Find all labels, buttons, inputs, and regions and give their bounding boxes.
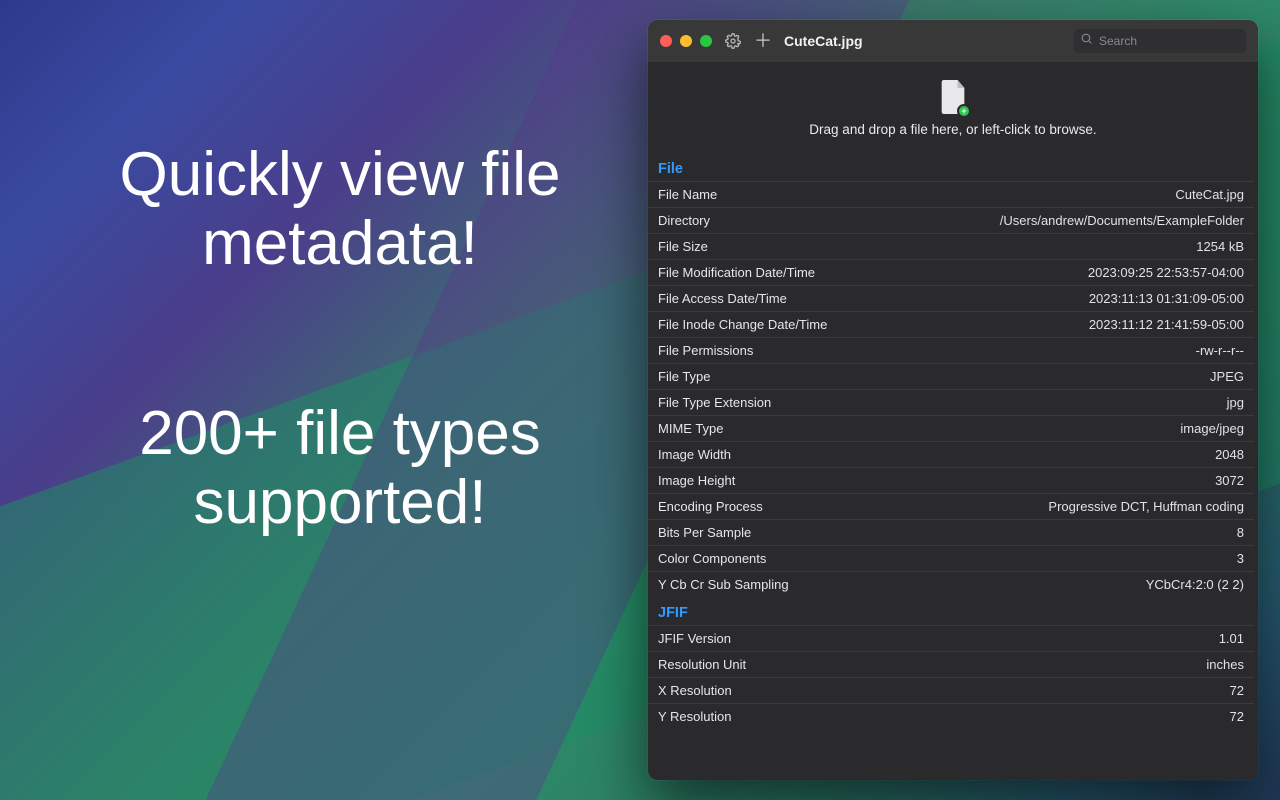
metadata-row: File Inode Change Date/Time 2023:11:12 21… [648, 311, 1254, 337]
metadata-row: File Name CuteCat.jpg [648, 181, 1254, 207]
metadata-value: image/jpeg [1180, 421, 1244, 436]
metadata-label: Encoding Process [658, 499, 763, 514]
add-file-button[interactable]: ＋ [754, 32, 772, 50]
close-button[interactable] [660, 35, 672, 47]
section-header: JFIF [648, 597, 1254, 625]
metadata-label: Directory [658, 213, 710, 228]
metadata-label: Image Height [658, 473, 735, 488]
metadata-label: Bits Per Sample [658, 525, 751, 540]
metadata-row: File Type JPEG [648, 363, 1254, 389]
metadata-value: 2023:11:12 21:41:59-05:00 [1089, 317, 1244, 332]
metadata-label: MIME Type [658, 421, 724, 436]
maximize-button[interactable] [700, 35, 712, 47]
metadata-row: Image Height 3072 [648, 467, 1254, 493]
metadata-row: JFIF Version 1.01 [648, 625, 1254, 651]
metadata-value: 2023:09:25 22:53:57-04:00 [1088, 265, 1244, 280]
app-window: ＋ CuteCat.jpg + Drag and drop a file her… [648, 20, 1258, 780]
metadata-row: File Access Date/Time 2023:11:13 01:31:09… [648, 285, 1254, 311]
metadata-label: File Modification Date/Time [658, 265, 815, 280]
metadata-label: File Size [658, 239, 708, 254]
metadata-value: 3 [1237, 551, 1244, 566]
metadata-label: Color Components [658, 551, 766, 566]
metadata-row: File Permissions -rw-r--r-- [648, 337, 1254, 363]
metadata-row: X Resolution 72 [648, 677, 1254, 703]
metadata-row: File Size 1254 kB [648, 233, 1254, 259]
metadata-value: -rw-r--r-- [1196, 343, 1244, 358]
metadata-value: CuteCat.jpg [1175, 187, 1244, 202]
search-field[interactable] [1074, 29, 1246, 53]
metadata-row: Image Width 2048 [648, 441, 1254, 467]
metadata-row: Encoding Process Progressive DCT, Huffman… [648, 493, 1254, 519]
metadata-label: File Permissions [658, 343, 753, 358]
metadata-value: inches [1206, 657, 1244, 672]
metadata-label: Y Resolution [658, 709, 731, 724]
metadata-row: Bits Per Sample 8 [648, 519, 1254, 545]
metadata-label: Y Cb Cr Sub Sampling [658, 577, 789, 592]
search-input[interactable] [1099, 34, 1238, 48]
metadata-value: 2023:11:13 01:31:09-05:00 [1089, 291, 1244, 306]
metadata-row: MIME Type image/jpeg [648, 415, 1254, 441]
search-icon [1080, 32, 1093, 50]
minimize-button[interactable] [680, 35, 692, 47]
metadata-row: Y Resolution 72 [648, 703, 1254, 729]
metadata-row: Color Components 3 [648, 545, 1254, 571]
metadata-label: File Access Date/Time [658, 291, 787, 306]
file-add-icon: + [939, 80, 967, 114]
metadata-value: Progressive DCT, Huffman coding [1048, 499, 1244, 514]
metadata-label: X Resolution [658, 683, 732, 698]
metadata-value: 1.01 [1219, 631, 1244, 646]
window-title: CuteCat.jpg [784, 33, 863, 49]
metadata-value: /Users/andrew/Documents/ExampleFolder [1000, 213, 1244, 228]
promo-headline-2: 200+ file types supported! [40, 399, 640, 538]
metadata-label: Image Width [658, 447, 731, 462]
metadata-value: 2048 [1215, 447, 1244, 462]
promo-headline-1: Quickly view file metadata! [40, 140, 640, 279]
metadata-label: File Type Extension [658, 395, 771, 410]
metadata-row: File Type Extension jpg [648, 389, 1254, 415]
metadata-value: JPEG [1210, 369, 1244, 384]
metadata-label: File Name [658, 187, 717, 202]
metadata-value: 1254 kB [1196, 239, 1244, 254]
metadata-value: YCbCr4:2:0 (2 2) [1146, 577, 1244, 592]
metadata-label: File Type [658, 369, 711, 384]
dropzone-text: Drag and drop a file here, or left-click… [809, 122, 1096, 137]
metadata-label: JFIF Version [658, 631, 731, 646]
metadata-row: File Modification Date/Time 2023:09:25 22… [648, 259, 1254, 285]
dropzone[interactable]: + Drag and drop a file here, or left-cli… [648, 62, 1258, 153]
section-header: File [648, 153, 1254, 181]
metadata-value: 8 [1237, 525, 1244, 540]
metadata-row: Directory/Users/andrew/Documents/Example… [648, 207, 1254, 233]
metadata-value: jpg [1227, 395, 1244, 410]
metadata-row: Resolution Unit inches [648, 651, 1254, 677]
gear-icon[interactable] [722, 30, 744, 52]
metadata-list[interactable]: File File Name CuteCat.jpg Directory/Users/… [648, 153, 1258, 780]
metadata-value: 72 [1230, 683, 1244, 698]
metadata-value: 72 [1230, 709, 1244, 724]
titlebar: ＋ CuteCat.jpg [648, 20, 1258, 62]
metadata-row: Y Cb Cr Sub Sampling YCbCr4:2:0 (2 2) [648, 571, 1254, 597]
metadata-value: 3072 [1215, 473, 1244, 488]
metadata-label: Resolution Unit [658, 657, 746, 672]
metadata-label: File Inode Change Date/Time [658, 317, 827, 332]
